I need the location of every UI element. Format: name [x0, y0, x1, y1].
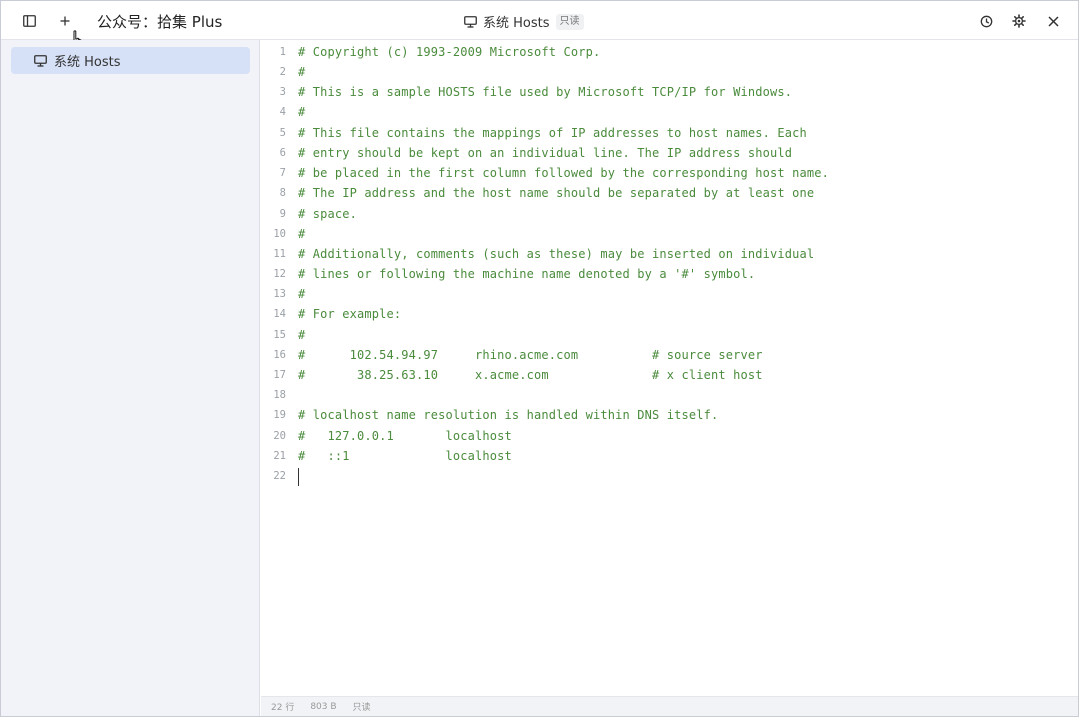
editor-line: 14 # For example:: [261, 305, 1078, 325]
line-number: 9: [279, 208, 286, 220]
settings-button[interactable]: [1006, 8, 1032, 34]
line-number: 18: [273, 389, 286, 401]
line-text: # 127.0.0.1 localhost: [298, 429, 512, 443]
current-hosts-title: 系统 Hosts 只读: [464, 12, 584, 31]
line-number: 20: [273, 430, 286, 442]
sidebar: 系统 Hosts: [1, 40, 260, 716]
line-number: 15: [273, 329, 286, 341]
editor-line: 22: [261, 467, 1078, 487]
plus-icon: [60, 16, 70, 26]
line-text: #: [298, 328, 306, 342]
line-number: 21: [273, 450, 286, 462]
line-number: 6: [279, 147, 286, 159]
app-title: 公众号：拾集 Plus: [97, 13, 223, 31]
editor-line: 8 # The IP address and the host name shou…: [261, 184, 1078, 204]
status-bar: 22 行 803 B 只读: [261, 696, 1078, 716]
line-number: 5: [279, 127, 286, 139]
line-text: # space.: [298, 207, 357, 221]
app-window: 公众号：拾集 Plus 系统 Hosts 只读 系统 Hosts 1 # Cop…: [0, 0, 1079, 717]
line-number: 8: [279, 187, 286, 199]
monitor-icon: [464, 15, 477, 28]
line-number: 2: [279, 66, 286, 78]
line-text: # 38.25.63.10 x.acme.com # x client host: [298, 368, 763, 382]
close-button[interactable]: [1040, 8, 1066, 34]
editor-line: 18: [261, 386, 1078, 406]
line-text: # Copyright (c) 1993-2009 Microsoft Corp…: [298, 45, 601, 59]
editor-line: 17 # 38.25.63.10 x.acme.com # x client ho…: [261, 366, 1078, 386]
line-number: 12: [273, 268, 286, 280]
line-number: 13: [273, 288, 286, 300]
line-text: #: [298, 65, 306, 79]
editor-line: 7 # be placed in the first column followe…: [261, 164, 1078, 184]
line-number: 22: [273, 470, 286, 482]
line-text: # This file contains the mappings of IP …: [298, 126, 807, 140]
line-text: # The IP address and the host name shoul…: [298, 186, 815, 200]
editor-line: 11 # Additionally, comments (such as thes…: [261, 245, 1078, 265]
line-text: #: [298, 105, 306, 119]
line-number: 1: [279, 46, 286, 58]
current-hosts-label: 系统 Hosts: [483, 16, 550, 31]
editor-line: 9 # space.: [261, 205, 1078, 225]
gear-icon: [1012, 14, 1026, 28]
editor-line: 20 # 127.0.0.1 localhost: [261, 427, 1078, 447]
line-text: # Additionally, comments (such as these)…: [298, 247, 815, 261]
line-text: # 102.54.94.97 rhino.acme.com # source s…: [298, 348, 763, 362]
status-line-count: 22 行: [271, 703, 295, 713]
editor-line: 5 # This file contains the mappings of IP…: [261, 124, 1078, 144]
line-text: # For example:: [298, 307, 402, 321]
text-cursor: [298, 468, 299, 486]
line-number: 4: [279, 106, 286, 118]
line-text: # localhost name resolution is handled w…: [298, 408, 719, 422]
monitor-icon: [34, 54, 47, 67]
line-text: #: [298, 227, 306, 241]
editor-line: 1 # Copyright (c) 1993-2009 Microsoft Cor…: [261, 43, 1078, 63]
hosts-editor[interactable]: 1 # Copyright (c) 1993-2009 Microsoft Cor…: [261, 40, 1078, 695]
line-number: 7: [279, 167, 286, 179]
editor-line: 4 #: [261, 103, 1078, 123]
editor-line: 3 # This is a sample HOSTS file used by M…: [261, 83, 1078, 103]
line-number: 3: [279, 86, 286, 98]
editor-line: 21 # ::1 localhost: [261, 447, 1078, 467]
line-number: 10: [273, 228, 286, 240]
line-text: #: [298, 287, 306, 301]
line-number: 16: [273, 349, 286, 361]
history-button[interactable]: [973, 8, 999, 34]
editor-line: 6 # entry should be kept on an individual…: [261, 144, 1078, 164]
line-text: # be placed in the first column followed…: [298, 166, 829, 180]
status-mode: 只读: [352, 703, 371, 713]
editor-line: 13 #: [261, 285, 1078, 305]
readonly-badge: 只读: [555, 13, 584, 30]
editor-line: 2 #: [261, 63, 1078, 83]
line-text: # This is a sample HOSTS file used by Mi…: [298, 85, 793, 99]
sidebar-toggle-icon[interactable]: [16, 8, 42, 34]
line-text: # ::1 localhost: [298, 449, 512, 463]
editor-line: 10 #: [261, 225, 1078, 245]
sidebar-item-system-hosts[interactable]: 系统 Hosts: [11, 47, 250, 74]
editor-line: 15 #: [261, 326, 1078, 346]
line-number: 17: [273, 369, 286, 381]
editor-line: 12 # lines or following the machine name …: [261, 265, 1078, 285]
close-icon: [1047, 15, 1059, 27]
status-file-size: 803 B: [310, 701, 337, 712]
editor-line: 16 # 102.54.94.97 rhino.acme.com # source…: [261, 346, 1078, 366]
sidebar-item-label: 系统 Hosts: [54, 55, 121, 70]
line-number: 14: [273, 308, 286, 320]
history-icon: [980, 15, 992, 27]
editor-line: 19 # localhost name resolution is handled…: [261, 406, 1078, 426]
line-text: # lines or following the machine name de…: [298, 267, 756, 281]
title-bar: 公众号：拾集 Plus 系统 Hosts 只读: [1, 1, 1078, 51]
line-number: 19: [273, 409, 286, 421]
line-text: # entry should be kept on an individual …: [298, 146, 793, 160]
line-number: 11: [273, 248, 286, 260]
